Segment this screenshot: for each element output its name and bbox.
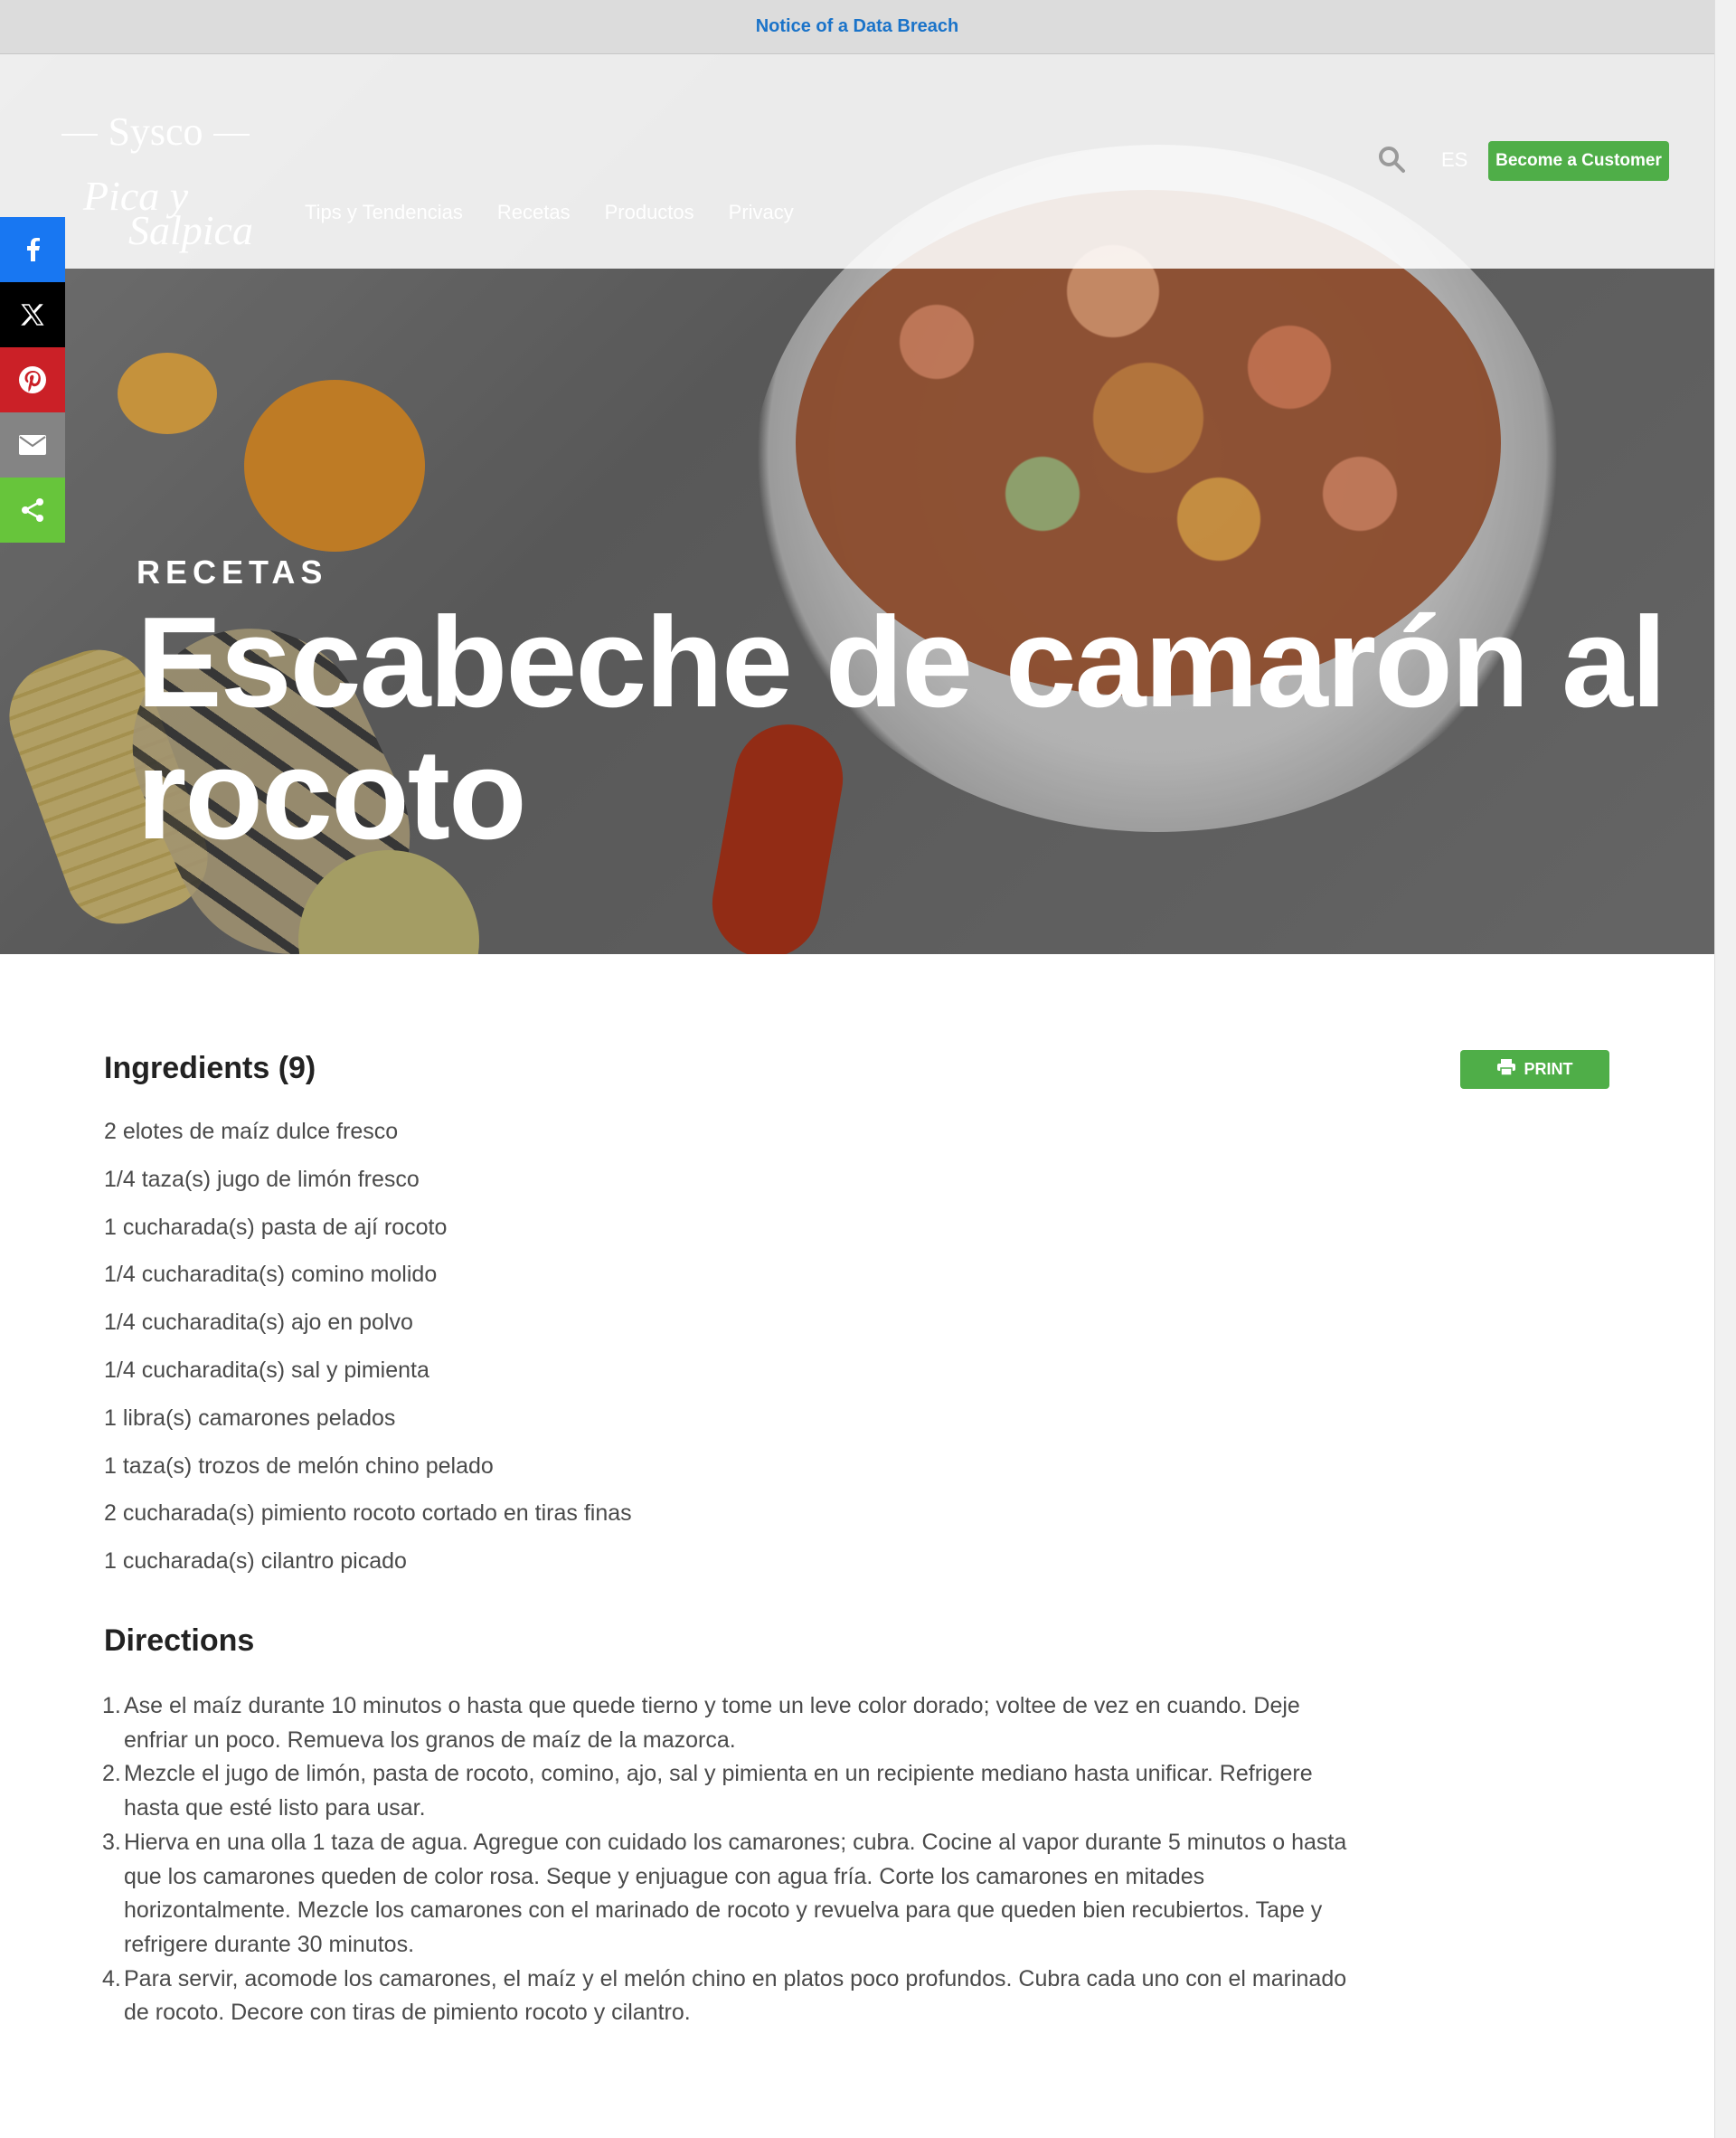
ingredient-item: 1/4 cucharadita(s) sal y pimienta	[104, 1357, 429, 1383]
nav-privacy[interactable]: Privacy	[729, 201, 794, 224]
ingredient-item: 1 cucharada(s) pasta de ají rocoto	[104, 1214, 448, 1240]
language-switch[interactable]: ES	[1441, 148, 1467, 172]
direction-step: Para servir, acomode los camarones, el m…	[102, 1963, 1347, 2026]
logo-brand: Sysco	[56, 109, 255, 155]
direction-step: Ase el maíz durante 10 minutos o hasta q…	[102, 1689, 1300, 1753]
share-rail	[0, 217, 65, 543]
logo-line-3: Salpica	[128, 207, 253, 253]
pinterest-icon[interactable]	[0, 347, 65, 412]
printer-icon	[1496, 1059, 1515, 1080]
search-icon[interactable]	[1377, 145, 1406, 174]
ingredient-item: 1/4 cucharadita(s) ajo en polvo	[104, 1310, 413, 1336]
print-label: PRINT	[1524, 1060, 1573, 1078]
email-icon[interactable]	[0, 412, 65, 478]
page-title: Escabeche de camarón al rocoto	[137, 591, 1666, 866]
directions-list: Ase el maíz durante 10 minutos o hasta q…	[102, 1689, 1354, 2030]
data-breach-link[interactable]: Notice of a Data Breach	[756, 16, 959, 37]
category-eyebrow[interactable]: RECETAS	[137, 553, 327, 591]
ingredient-item: 2 elotes de maíz dulce fresco	[104, 1119, 399, 1144]
facebook-icon[interactable]	[0, 217, 65, 282]
ingredient-item: 1 libra(s) camarones pelados	[104, 1405, 396, 1431]
main-nav: Tips y Tendencias Recetas Productos Priv…	[305, 201, 794, 224]
ingredients-heading: Ingredients (9)	[104, 1051, 316, 1085]
directions-heading: Directions	[104, 1623, 255, 1658]
notice-bar: Notice of a Data Breach	[0, 0, 1714, 54]
direction-step: Mezcle el jugo de limón, pasta de rocoto…	[102, 1757, 1313, 1821]
nav-tips-tendencias[interactable]: Tips y Tendencias	[305, 201, 463, 224]
ingredient-item: 2 cucharada(s) pimiento rocoto cortado e…	[104, 1500, 632, 1527]
become-customer-button[interactable]: Become a Customer	[1488, 141, 1669, 181]
page-scrollbar[interactable]	[1714, 0, 1736, 2138]
ingredient-item: 1 cucharada(s) cilantro picado	[104, 1548, 407, 1575]
share-icon[interactable]	[0, 478, 65, 543]
ingredient-item: 1/4 taza(s) jugo de limón fresco	[104, 1166, 420, 1192]
ingredient-item: 1/4 cucharadita(s) comino molido	[104, 1262, 438, 1288]
nav-productos[interactable]: Productos	[605, 201, 694, 224]
print-button[interactable]: PRINT	[1460, 1050, 1609, 1089]
ingredient-item: 1 taza(s) trozos de melón chino pelado	[104, 1452, 494, 1479]
site-logo[interactable]: Sysco Pica y Salpica	[56, 90, 264, 253]
site-header: Sysco Pica y Salpica Tips y Tendencias R…	[0, 54, 1714, 269]
x-icon[interactable]	[0, 282, 65, 347]
ingredients-list: 2 elotes de maíz dulce fresco 1/4 taza(s…	[104, 1118, 632, 1595]
nav-recetas[interactable]: Recetas	[497, 201, 571, 224]
direction-step: Hierva en una olla 1 taza de agua. Agreg…	[102, 1826, 1347, 1957]
